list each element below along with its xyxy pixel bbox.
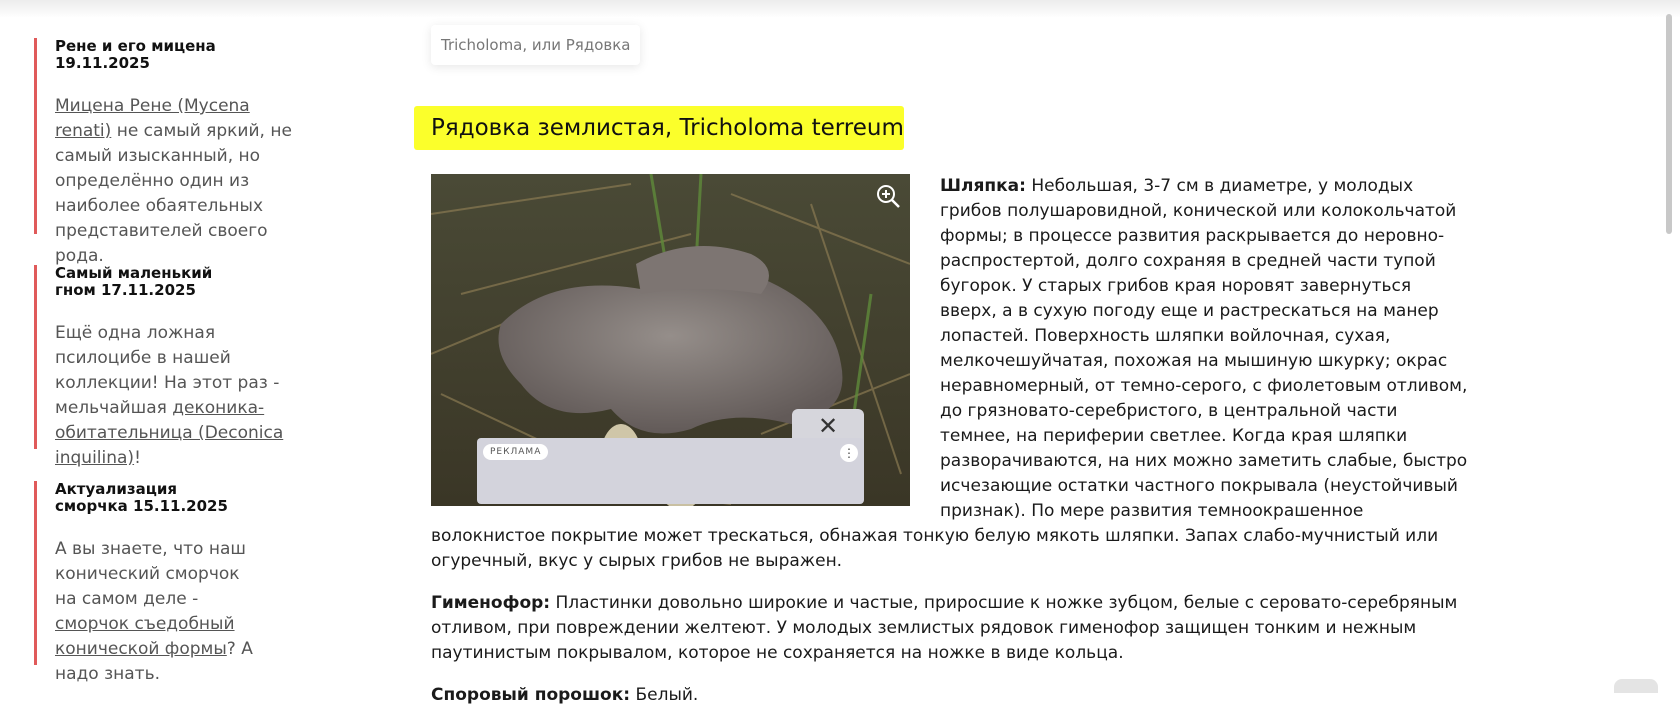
page-title: Рядовка землистая, Tricholoma terreum <box>414 106 904 150</box>
ad-label: РЕКЛАМА <box>483 444 549 460</box>
breadcrumb[interactable]: Tricholoma, или Рядовка <box>431 25 641 65</box>
news-text: Мицена Рене (Mycena renati) не самый ярк… <box>55 94 304 269</box>
news-text: А вы знаете, что наш конический сморчок … <box>55 537 265 687</box>
news-text: Ещё одна ложная псилоцибе в нашей коллек… <box>55 321 304 471</box>
hymenophore-text: Пластинки довольно широкие и частые, при… <box>431 593 1458 663</box>
hymenophore-label: Гименофор: <box>431 593 551 613</box>
page-scrollbar[interactable] <box>1664 0 1674 687</box>
mushroom-photo[interactable]: ✕ РЕКЛАМА ⋮ <box>431 174 910 506</box>
ad-menu-icon[interactable]: ⋮ <box>840 444 858 462</box>
news-item: Самый маленький гном 17.11.2025 Ещё одна… <box>34 265 304 468</box>
news-text-part: ! <box>134 448 141 468</box>
sidebar-news: Рене и его мицена 19.11.2025 Мицена Рене… <box>0 0 330 687</box>
scroll-top-button[interactable] <box>1614 679 1658 693</box>
zoom-icon[interactable] <box>874 182 902 210</box>
ad-banner[interactable]: РЕКЛАМА ⋮ <box>477 438 864 504</box>
news-text-part: не самый яркий, не самый изысканный, но … <box>55 121 292 266</box>
news-title[interactable]: Актуализация сморчка 15.11.2025 <box>55 481 235 515</box>
news-title[interactable]: Самый маленький гном 17.11.2025 <box>55 265 235 299</box>
article-body: ✕ РЕКЛАМА ⋮ Шляпка: Небольшая, 3-7 см в … <box>431 174 1471 725</box>
cap-label: Шляпка: <box>940 176 1026 196</box>
news-item: Актуализация сморчка 15.11.2025 А вы зна… <box>34 481 304 684</box>
scrollbar-thumb[interactable] <box>1666 14 1672 234</box>
news-link[interactable]: сморчок съедобный конической формы <box>55 614 235 659</box>
spore-label: Споровый порошок: <box>431 685 631 705</box>
news-text-part: А вы знаете, что наш конический сморчок … <box>55 539 246 609</box>
news-item: Рене и его мицена 19.11.2025 Мицена Рене… <box>34 38 304 266</box>
news-title[interactable]: Рене и его мицена 19.11.2025 <box>55 38 304 72</box>
spore-text: Белый. <box>630 685 699 705</box>
hymenophore-paragraph: Гименофор: Пластинки довольно широкие и … <box>431 591 1471 666</box>
